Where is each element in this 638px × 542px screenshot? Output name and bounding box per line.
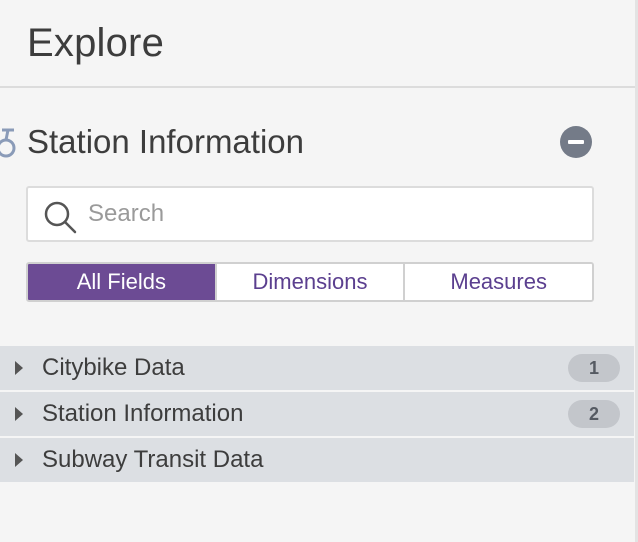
count-badge: 1 bbox=[568, 354, 620, 382]
model-header: Station Information bbox=[0, 118, 632, 166]
view-label: Subway Transit Data bbox=[42, 446, 264, 473]
explore-panel: Explore Station Information All Fields D… bbox=[0, 0, 638, 542]
explore-header: Explore bbox=[0, 0, 635, 88]
caret-right-icon bbox=[15, 407, 23, 421]
minus-circle-icon[interactable] bbox=[560, 126, 592, 158]
caret-right-icon bbox=[15, 361, 23, 375]
view-row-station-information[interactable]: Station Information 2 bbox=[0, 392, 634, 436]
tab-measures[interactable]: Measures bbox=[403, 264, 592, 300]
search-input[interactable] bbox=[88, 194, 588, 234]
model-title: Station Information bbox=[27, 123, 304, 160]
view-list: Citybike Data 1 Station Information 2 Su… bbox=[0, 346, 634, 484]
view-label: Station Information bbox=[42, 400, 244, 427]
view-label: Citybike Data bbox=[42, 354, 185, 381]
count-badge: 2 bbox=[568, 400, 620, 428]
caret-right-icon bbox=[15, 453, 23, 467]
bike-icon bbox=[0, 128, 16, 158]
page-title: Explore bbox=[27, 20, 165, 65]
view-row-citybike-data[interactable]: Citybike Data 1 bbox=[0, 346, 634, 390]
tab-all-fields[interactable]: All Fields bbox=[28, 264, 215, 300]
tab-dimensions[interactable]: Dimensions bbox=[214, 264, 404, 300]
field-type-tabs: All Fields Dimensions Measures bbox=[26, 262, 594, 302]
view-row-subway-transit-data[interactable]: Subway Transit Data bbox=[0, 438, 634, 482]
search-icon bbox=[44, 201, 77, 234]
field-search bbox=[26, 186, 594, 242]
